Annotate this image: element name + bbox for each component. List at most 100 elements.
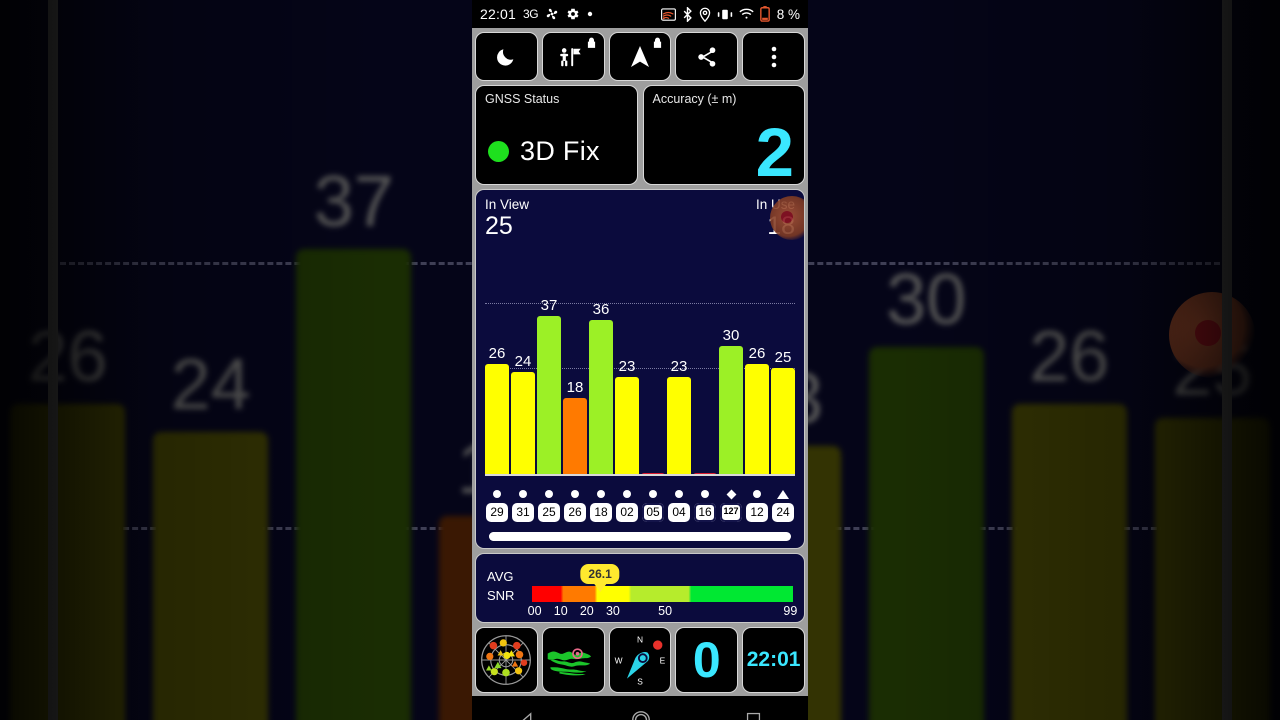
chart-scrollbar[interactable] — [489, 532, 791, 541]
clock-button[interactable]: 22:01 — [742, 627, 805, 693]
night-mode-button[interactable] — [475, 32, 538, 81]
person-flag-icon — [560, 47, 581, 66]
chart-bar-value-label: 30 — [722, 327, 740, 345]
fix-status-dot-icon — [488, 141, 509, 162]
overflow-menu-button[interactable] — [742, 32, 805, 81]
chart-bar-column[interactable]: 26 — [745, 260, 769, 476]
satellite-counts: In View 25 In Use 18 — [485, 197, 795, 240]
satellite-id-cell[interactable]: 25 — [537, 503, 561, 522]
satellite-id-cell[interactable]: 26 — [563, 503, 587, 522]
sky-view-button[interactable] — [475, 627, 538, 693]
waypoint-button[interactable] — [541, 32, 605, 81]
chart-bar-value-label: 25 — [774, 349, 792, 366]
satellite-id-cell[interactable]: 02 — [615, 503, 639, 522]
chart-bar-column[interactable]: 24 — [511, 260, 535, 476]
snr-tick-label: 10 — [553, 604, 568, 618]
navigation-arrow-icon — [630, 45, 649, 67]
gnss-status-card[interactable]: GNSS Status 3D Fix — [475, 85, 638, 185]
accuracy-card[interactable]: Accuracy (± m) 2 — [642, 85, 805, 187]
chart-bar-column[interactable]: 25 — [771, 260, 795, 476]
wifi-icon — [739, 8, 754, 20]
status-bar: 22:01 3G 8 % — [472, 0, 808, 28]
chart-bar-column[interactable]: 30 — [719, 260, 743, 476]
circle-marker-icon — [753, 490, 761, 498]
satellite-id-cell[interactable]: 12 — [745, 503, 769, 522]
chart-bar-value-label: 26 — [748, 344, 766, 362]
satellite-marker-cell — [693, 490, 717, 498]
top-toolbar — [475, 32, 805, 81]
satellite-marker-cell — [719, 489, 743, 499]
satellite-id-cell[interactable]: 24 — [771, 503, 795, 522]
snr-tick-label: 20 — [579, 604, 594, 618]
satellite-marker-cell — [485, 490, 509, 498]
satellite-chart-panel[interactable]: In View 25 In Use 18 2624371836232330262… — [475, 189, 805, 549]
satellite-id-cell[interactable]: 127 — [719, 503, 743, 522]
chart-bar-column[interactable] — [693, 260, 717, 476]
network-type-label: 3G — [523, 7, 539, 21]
status-cards: GNSS Status 3D Fix Accuracy (± m) 2 — [475, 85, 805, 187]
chart-bar-column[interactable]: 26 — [485, 260, 509, 476]
satellite-id-cell[interactable]: 05 — [641, 503, 665, 522]
snr-tick-label: 99 — [783, 604, 798, 618]
in-view-block: In View 25 — [485, 197, 529, 240]
speed-button[interactable]: 0 — [675, 627, 739, 693]
satellite-id-cell[interactable]: 16 — [693, 503, 717, 522]
chart-bar-value-label: 18 — [566, 379, 584, 397]
snr-tick-label: 30 — [605, 604, 620, 618]
chart-scrollbar-thumb[interactable] — [489, 532, 631, 541]
snr-gradient — [532, 586, 793, 602]
home-icon[interactable] — [630, 709, 652, 720]
chart-bars: 26 24 37 18 36 23 23 30 26 25 — [485, 260, 795, 476]
chart-bar — [589, 320, 613, 476]
bluetooth-icon — [682, 6, 693, 22]
compass-button[interactable]: N S E W — [608, 627, 672, 693]
chart-bar-column[interactable] — [641, 260, 665, 476]
svg-text:N: N — [637, 634, 643, 644]
chart-bar-column[interactable]: 18 — [563, 260, 587, 476]
gnss-status-value: 3D Fix — [520, 136, 600, 166]
snr-tick-label: 50 — [658, 604, 673, 618]
chart-bar — [615, 376, 639, 476]
chart-bar-column[interactable]: 23 — [667, 260, 691, 476]
share-button[interactable] — [675, 32, 739, 81]
chart-bar-value-label: 37 — [540, 297, 558, 315]
svg-text:E: E — [660, 656, 666, 666]
satellite-id-label: 31 — [512, 503, 534, 522]
satellite-id-cell[interactable]: 29 — [485, 503, 509, 522]
recents-icon[interactable] — [745, 711, 762, 720]
satellite-id-cell[interactable]: 31 — [511, 503, 535, 522]
battery-icon — [759, 6, 770, 22]
diamond-marker-icon — [726, 489, 736, 499]
chart-bar-column[interactable]: 36 — [589, 260, 613, 476]
satellite-id-cell[interactable]: 18 — [589, 503, 613, 522]
snr-tick-label: 00 — [527, 604, 542, 618]
lock-icon — [653, 37, 662, 48]
circle-marker-icon — [701, 490, 709, 498]
chart-bar — [537, 316, 561, 476]
gear-icon — [566, 7, 580, 21]
circle-marker-icon — [675, 490, 683, 498]
in-view-label: In View — [485, 197, 530, 212]
avg-snr-labels: AVG SNR — [487, 568, 514, 606]
chart-bar-column[interactable]: 23 — [615, 260, 639, 476]
chart-bar-value-label: 23 — [618, 357, 636, 375]
map-view-button[interactable] — [541, 627, 605, 693]
satellite-id-label: 127 — [720, 503, 742, 522]
satellite-id-strip: 29 31 25 26 18 02 05 04 16 127 12 24 — [485, 487, 795, 522]
navigation-button[interactable] — [608, 32, 672, 81]
avg-snr-bubble: 26.1 — [580, 564, 620, 584]
clock-value: 22:01 — [746, 648, 801, 671]
status-bar-left: 22:01 3G — [480, 6, 593, 22]
chart-bar-column[interactable]: 37 — [537, 260, 561, 476]
location-icon — [699, 7, 711, 22]
accuracy-title: Accuracy (± m) — [652, 92, 737, 106]
satellite-marker-cell — [615, 490, 639, 498]
phone-screen: 22:01 3G 8 % GNSS Status 3D Fix Accuracy… — [472, 0, 808, 720]
chart-bar-value-label: 23 — [670, 357, 688, 375]
chart-bar — [719, 346, 743, 476]
snr-tick-labels: 00 10 20 30 50 99 — [528, 604, 798, 618]
chart-bar — [511, 372, 535, 476]
lock-icon — [587, 37, 596, 48]
back-icon[interactable] — [519, 711, 537, 720]
satellite-id-cell[interactable]: 04 — [667, 503, 691, 522]
